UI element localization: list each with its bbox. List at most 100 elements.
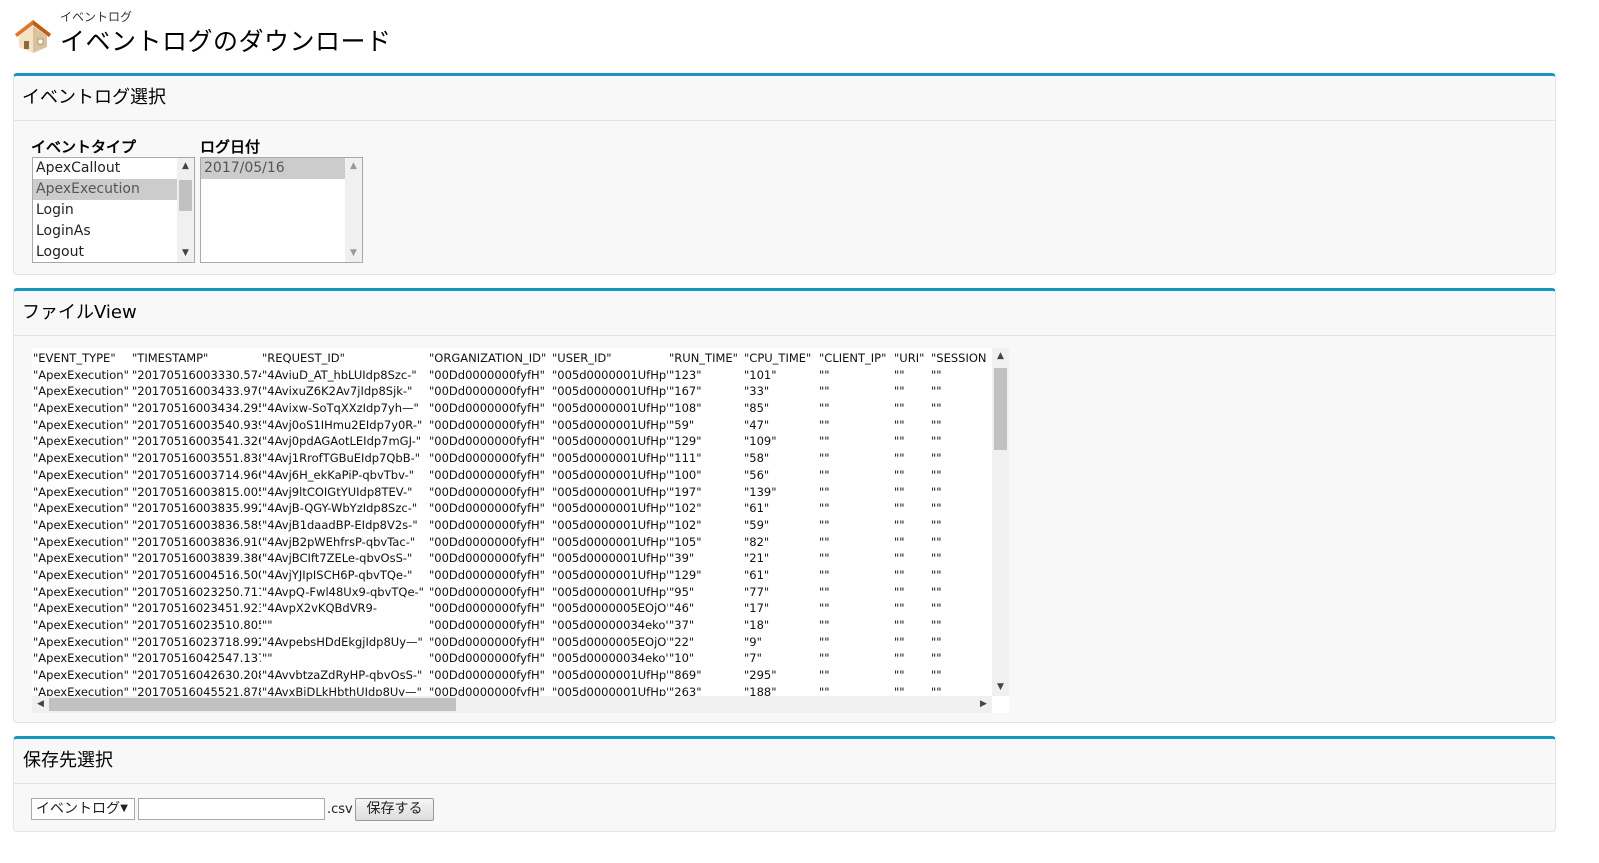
table-cell: "7"	[744, 651, 762, 666]
table-cell: "00Dd0000000fyfH"	[429, 434, 545, 449]
table-cell: "33"	[744, 384, 770, 399]
table-cell: "46"	[669, 601, 695, 616]
event-log-select-title: イベントログ選択	[14, 76, 1555, 121]
scroll-up-icon[interactable]: ▲	[177, 158, 194, 175]
table-cell: ""	[819, 601, 830, 616]
file-view-horizontal-scrollbar[interactable]: ◀ ▶	[32, 696, 992, 713]
table-cell: "20170516003434.295"	[132, 401, 261, 416]
table-cell: ""	[931, 467, 942, 482]
scroll-thumb[interactable]	[994, 368, 1007, 450]
table-cell: "4AvpQ-Fwl48Ux9-qbvTQe-"	[262, 584, 424, 599]
table-cell: "20170516003815.005"	[132, 484, 261, 499]
table-cell: ""	[931, 534, 942, 549]
table-cell: "TIMESTAMP"	[132, 351, 209, 365]
table-cell: "ApexExecution"	[33, 651, 129, 666]
table-cell: "101"	[744, 367, 777, 382]
log-date-listbox[interactable]: 2017/05/16 ▲ ▼	[200, 157, 363, 263]
table-cell: "82"	[744, 534, 770, 549]
table-cell: "4AvjB1daadBP-EIdp8V2s-"	[262, 517, 418, 532]
table-cell: "22"	[669, 634, 695, 649]
scroll-down-icon[interactable]: ▼	[992, 679, 1009, 696]
table-cell: "005d00000034eko"	[552, 651, 668, 666]
scroll-right-icon[interactable]: ▶	[975, 696, 992, 713]
table-cell: ""	[819, 517, 830, 532]
table-cell: "263"	[669, 684, 702, 696]
table-cell: ""	[931, 451, 942, 466]
scroll-down-icon[interactable]: ▼	[177, 245, 194, 262]
event-type-option[interactable]: ApexCallout	[33, 158, 194, 179]
table-cell: ""	[262, 651, 273, 666]
table-cell: "RUN_TIME"	[669, 351, 738, 365]
table-cell: ""	[894, 567, 905, 582]
table-cell: ""	[894, 367, 905, 382]
table-cell: "20170516003836.589"	[132, 517, 261, 532]
table-cell: "URI"	[894, 351, 925, 365]
table-cell: "00Dd0000000fyfH"	[429, 367, 545, 382]
table-cell: ""	[894, 618, 905, 632]
log-date-scrollbar[interactable]: ▲ ▼	[345, 158, 362, 262]
table-cell: "100"	[669, 467, 702, 482]
table-cell: ""	[819, 634, 830, 649]
event-type-option[interactable]: ApexExecution	[33, 179, 194, 200]
save-button[interactable]: 保存する	[355, 798, 434, 821]
scroll-down-icon[interactable]: ▼	[345, 245, 362, 262]
table-cell: "005d0000001UfHp"	[552, 401, 668, 416]
table-cell: "ApexExecution"	[33, 434, 129, 449]
event-type-option[interactable]: Logout	[33, 242, 194, 262]
table-cell: "4Avj0oS1IHmu2EIdp7y0R-"	[262, 417, 423, 432]
table-cell: "20170516003835.992"	[132, 501, 261, 516]
table-cell: "005d0000001UfHp"	[552, 484, 668, 499]
table-row: "ApexExecution" "20170516045521.878" "4Avx…	[32, 684, 992, 696]
table-cell: "005d0000001UfHp"	[552, 367, 668, 382]
scroll-up-icon[interactable]: ▲	[992, 348, 1009, 365]
table-cell: "005d0000005EOjO"	[552, 601, 668, 616]
table-cell: "21"	[744, 551, 770, 566]
chevron-down-icon: ▼	[120, 803, 128, 814]
table-cell: ""	[894, 501, 905, 516]
table-cell: "4Avj9ltCOIGtYUIdp8TEV-"	[262, 484, 413, 499]
table-cell: ""	[894, 517, 905, 532]
table-cell: "59"	[669, 417, 695, 432]
scroll-thumb[interactable]	[179, 180, 192, 211]
table-cell: "ORGANIZATION_ID"	[429, 351, 547, 365]
table-cell: ""	[819, 618, 830, 632]
scroll-thumb[interactable]	[49, 698, 456, 711]
table-cell: "95"	[669, 584, 695, 599]
event-type-scrollbar[interactable]: ▲ ▼	[177, 158, 194, 262]
table-cell: "005d0000001UfHp"	[552, 384, 668, 399]
table-cell: "005d0000001UfHp"	[552, 534, 668, 549]
event-type-listbox[interactable]: ApexCallout ApexExecution Login LoginAs Logo…	[32, 157, 195, 263]
table-cell: "00Dd0000000fyfH"	[429, 551, 545, 566]
table-cell: ""	[819, 401, 830, 416]
table-cell: "ApexExecution"	[33, 367, 129, 382]
save-destination-title: 保存先選択	[14, 739, 1555, 784]
table-cell: ""	[894, 601, 905, 616]
table-cell: "00Dd0000000fyfH"	[429, 601, 545, 616]
table-cell: "123"	[669, 367, 702, 382]
table-cell: "4AviuD_AT_hbLUIdp8Szc-"	[262, 367, 417, 382]
table-cell: "005d0000001UfHp"	[552, 417, 668, 432]
table-cell: "20170516004516.500"	[132, 567, 261, 582]
table-cell: "20170516003540.939"	[132, 417, 261, 432]
table-cell: "295"	[744, 668, 777, 683]
table-cell: "005d0000001UfHp"	[552, 501, 668, 516]
table-cell: "SESSION	[931, 351, 987, 365]
log-date-option[interactable]: 2017/05/16	[201, 158, 362, 179]
table-cell: "005d0000001UfHp"	[552, 451, 668, 466]
file-view-title: ファイルView	[14, 291, 1555, 336]
table-cell: "17"	[744, 601, 770, 616]
table-cell: "108"	[669, 401, 702, 416]
table-cell: "20170516003836.910"	[132, 534, 261, 549]
event-type-option[interactable]: LoginAs	[33, 221, 194, 242]
event-type-option[interactable]: Login	[33, 200, 194, 221]
table-cell: "005d0000001UfHp"	[552, 551, 668, 566]
scroll-left-icon[interactable]: ◀	[32, 696, 49, 713]
table-row: "ApexExecution" "20170516003551.838" "4Avj…	[32, 450, 992, 467]
file-view-vertical-scrollbar[interactable]: ▲ ▼	[992, 348, 1009, 696]
table-cell: ""	[819, 584, 830, 599]
file-view-textarea[interactable]: "EVENT_TYPE" "TIMESTAMP" "REQUEST_ID" "ORGA…	[32, 348, 1009, 713]
table-cell: "4AvvbtzaZdRyHP-qbvOsS-"	[262, 668, 423, 683]
filename-input[interactable]	[138, 798, 325, 820]
folder-select[interactable]: イベントログ ▼	[31, 798, 135, 820]
scroll-up-icon[interactable]: ▲	[345, 158, 362, 175]
